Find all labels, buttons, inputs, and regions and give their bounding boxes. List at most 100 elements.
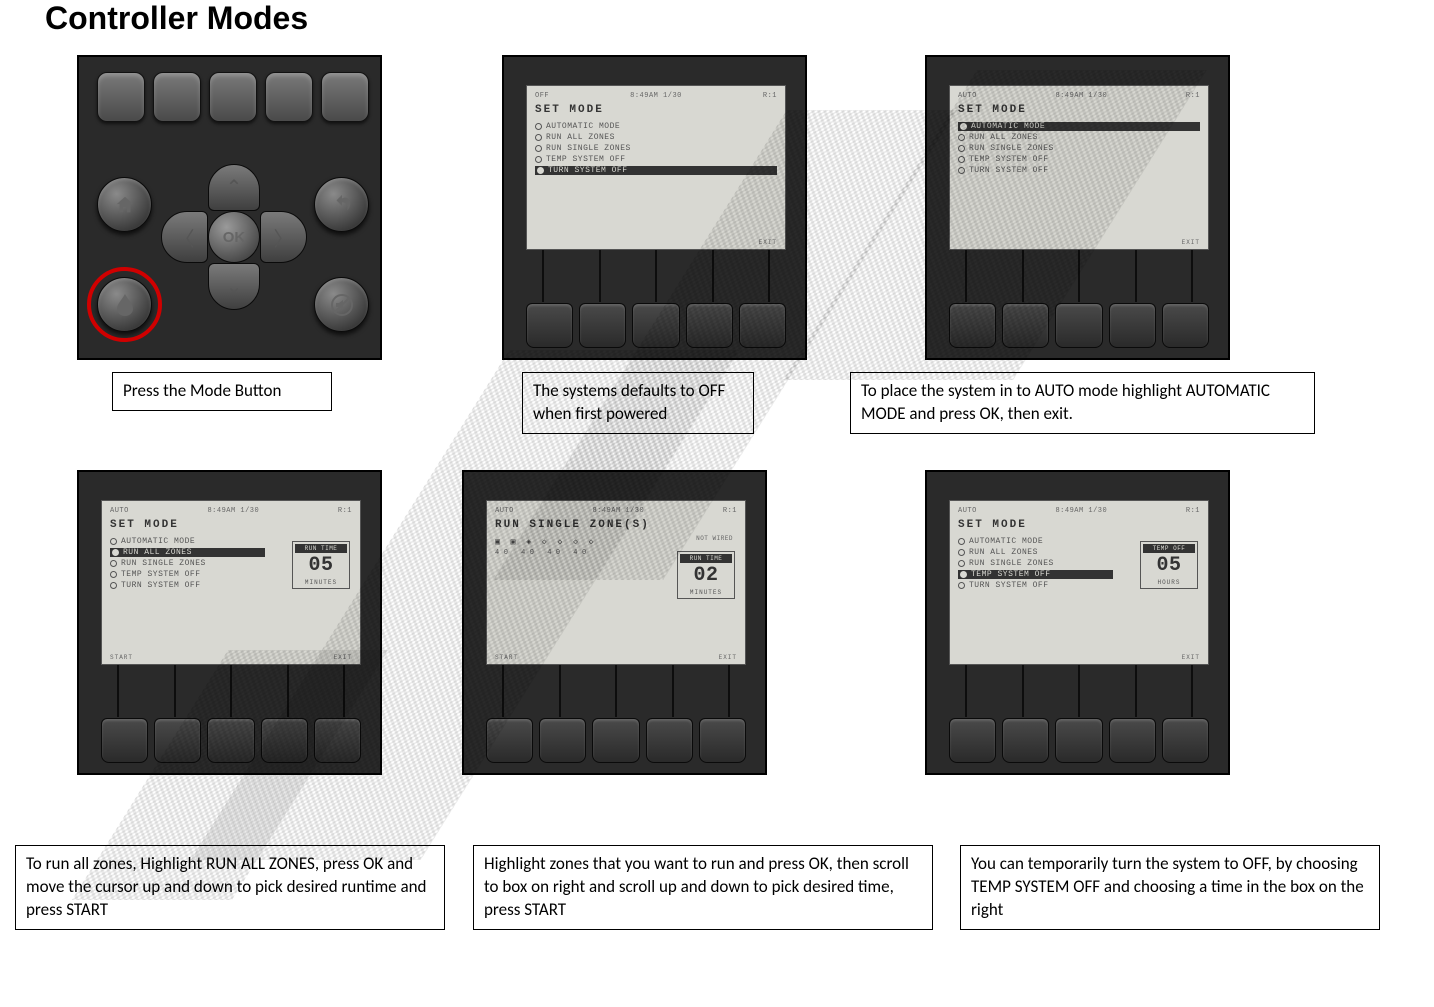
menu-turn-off[interactable]: TURN SYSTEM OFF <box>535 166 777 175</box>
menu-run-single[interactable]: RUN SINGLE ZONES <box>110 559 265 568</box>
menu-temp-off[interactable]: TEMP SYSTEM OFF <box>110 570 265 579</box>
runtime-box[interactable]: RUN TIME 05 MINUTES <box>292 541 350 589</box>
r-status: R:1 <box>723 507 737 515</box>
mute-icon <box>330 293 354 317</box>
softkey[interactable] <box>1162 718 1209 763</box>
menu-auto[interactable]: AUTOMATIC MODE <box>958 122 1200 131</box>
softkey[interactable] <box>207 718 254 763</box>
menu-auto[interactable]: AUTOMATIC MODE <box>110 537 265 546</box>
softkey-1[interactable] <box>97 72 145 122</box>
status-line: AUTO 8:49AM 1/30 R:1 <box>495 507 737 515</box>
caption-1: Press the Mode Button <box>112 372 332 411</box>
runtime-box[interactable]: RUN TIME 02 MINUTES <box>677 551 735 599</box>
softkey[interactable] <box>592 718 639 763</box>
softkey[interactable] <box>1002 303 1049 348</box>
ok-button[interactable]: OK <box>208 211 260 263</box>
time-status: 8:49AM 1/30 <box>1055 92 1107 100</box>
softkey[interactable] <box>646 718 693 763</box>
temp-off-box[interactable]: TEMP OFF 05 HOURS <box>1140 541 1198 589</box>
softkey[interactable] <box>154 718 201 763</box>
softkey[interactable] <box>1055 718 1102 763</box>
menu-run-single[interactable]: RUN SINGLE ZONES <box>958 144 1200 153</box>
menu-auto[interactable]: AUTOMATIC MODE <box>535 122 777 131</box>
softkey[interactable] <box>1162 303 1209 348</box>
not-wired-label: NOT WIRED <box>696 535 733 542</box>
footer-labels: EXIT <box>958 239 1200 246</box>
menu-run-single[interactable]: RUN SINGLE ZONES <box>958 559 1113 568</box>
box-unit: HOURS <box>1143 579 1195 586</box>
menu-run-all[interactable]: RUN ALL ZONES <box>958 548 1113 557</box>
softkey-3[interactable] <box>209 72 257 122</box>
back-button[interactable] <box>314 177 369 232</box>
menu-temp-off[interactable]: TEMP SYSTEM OFF <box>535 155 777 164</box>
softkey[interactable] <box>539 718 586 763</box>
status-line: AUTO 8:49AM 1/30 R:1 <box>110 507 352 515</box>
menu-turn-off[interactable]: TURN SYSTEM OFF <box>958 581 1113 590</box>
softkey-4[interactable] <box>265 72 313 122</box>
menu-run-all[interactable]: RUN ALL ZONES <box>110 548 265 557</box>
time-status: 8:49AM 1/30 <box>630 92 682 100</box>
box-value: 05 <box>1143 555 1195 577</box>
screen-title: SET MODE <box>958 519 1200 531</box>
box-title: RUN TIME <box>680 554 732 563</box>
time-status: 8:49AM 1/30 <box>592 507 644 515</box>
mode-status: AUTO <box>495 507 514 515</box>
softkey[interactable] <box>314 718 361 763</box>
screen-title: SET MODE <box>535 104 777 116</box>
screen-title: SET MODE <box>110 519 352 531</box>
softkey[interactable] <box>261 718 308 763</box>
screen-run-single: AUTO 8:49AM 1/30 R:1 RUN SINGLE ZONE(S) … <box>462 470 767 775</box>
box-value: 05 <box>295 555 347 577</box>
box-title: TEMP OFF <box>1143 544 1195 553</box>
dpad-up[interactable]: ⌃ <box>208 164 260 211</box>
caption-5: Highlight zones that you want to run and… <box>473 845 933 930</box>
softkey[interactable] <box>949 303 996 348</box>
page-title: Controller Modes <box>45 0 308 37</box>
mode-status: OFF <box>535 92 549 100</box>
box-unit: MINUTES <box>295 579 347 586</box>
menu-auto[interactable]: AUTOMATIC MODE <box>958 537 1113 546</box>
menu-run-all[interactable]: RUN ALL ZONES <box>958 133 1200 142</box>
box-unit: MINUTES <box>680 589 732 596</box>
mode-button[interactable] <box>97 277 152 332</box>
footer-labels: START EXIT <box>495 654 737 661</box>
menu-temp-off[interactable]: TEMP SYSTEM OFF <box>958 155 1200 164</box>
softkey[interactable] <box>1109 303 1156 348</box>
home-button[interactable] <box>97 177 152 232</box>
footer-labels: EXIT <box>535 239 777 246</box>
dpad-down[interactable]: ⌄ <box>208 263 260 310</box>
menu-temp-off[interactable]: TEMP SYSTEM OFF <box>958 570 1113 579</box>
menu-run-single[interactable]: RUN SINGLE ZONES <box>535 144 777 153</box>
caption-2: The systems defaults to OFF when first p… <box>522 372 754 434</box>
softkey[interactable] <box>632 303 679 348</box>
softkey[interactable] <box>1002 718 1049 763</box>
softkey[interactable] <box>526 303 573 348</box>
menu-run-all[interactable]: RUN ALL ZONES <box>535 133 777 142</box>
time-status: 8:49AM 1/30 <box>207 507 259 515</box>
softkey[interactable] <box>1109 718 1156 763</box>
footer-labels: EXIT <box>958 654 1200 661</box>
dpad-right[interactable]: 〉 <box>260 211 307 263</box>
softkey[interactable] <box>101 718 148 763</box>
softkey-2[interactable] <box>153 72 201 122</box>
softkey[interactable] <box>699 718 746 763</box>
menu-turn-off[interactable]: TURN SYSTEM OFF <box>110 581 265 590</box>
screen-title: SET MODE <box>958 104 1200 116</box>
softkey[interactable] <box>486 718 533 763</box>
menu-turn-off[interactable]: TURN SYSTEM OFF <box>958 166 1200 175</box>
footer-labels: START EXIT <box>110 654 352 661</box>
mode-status: AUTO <box>958 92 977 100</box>
mode-status: AUTO <box>958 507 977 515</box>
dpad: ⌃ ⌄ 〈 〉 OK <box>159 162 309 312</box>
softkey[interactable] <box>686 303 733 348</box>
r-status: R:1 <box>763 92 777 100</box>
dpad-left[interactable]: 〈 <box>161 211 208 263</box>
mute-button[interactable] <box>314 277 369 332</box>
softkey[interactable] <box>1055 303 1102 348</box>
softkey[interactable] <box>949 718 996 763</box>
caption-3: To place the system in to AUTO mode high… <box>850 372 1315 434</box>
box-value: 02 <box>680 565 732 587</box>
softkey-5[interactable] <box>321 72 369 122</box>
softkey[interactable] <box>739 303 786 348</box>
softkey[interactable] <box>579 303 626 348</box>
